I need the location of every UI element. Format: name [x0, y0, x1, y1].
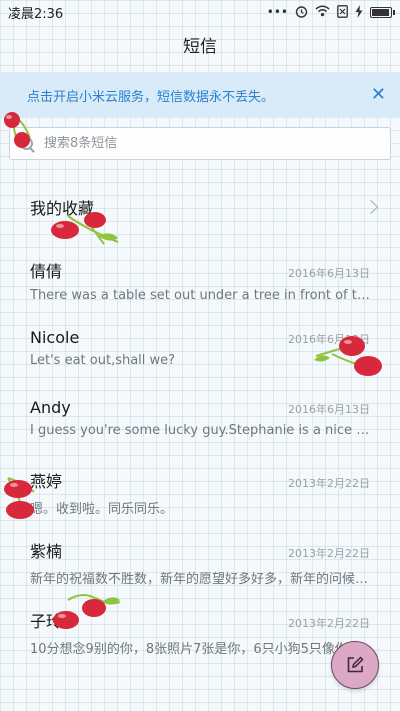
message-preview: 新年的祝福数不胜数，新年的愿望好多好多，新年的问候要说出口 — [30, 572, 370, 587]
message-date: 2016年6月13日 — [288, 267, 370, 280]
status-icons: ••• — [266, 4, 395, 20]
compose-icon — [347, 656, 364, 673]
favorites-item[interactable]: 我的收藏 — [0, 180, 400, 234]
contact-name: 子玲 — [30, 612, 63, 631]
chevron-right-icon — [363, 199, 379, 215]
conversation-item[interactable]: 燕婷 2013年2月22日 嗯。收到啦。同乐同乐。 — [0, 458, 400, 528]
message-date: 2016年6月13日 — [288, 333, 370, 346]
close-icon[interactable]: ✕ — [371, 86, 386, 104]
alarm-icon — [295, 5, 308, 20]
message-preview: I guess you're some lucky guy.Stephanie … — [30, 423, 370, 438]
message-date: 2013年2月22日 — [288, 477, 370, 490]
status-bar: 凌晨2:36 ••• — [0, 0, 400, 24]
message-preview: 10分想念9别的你，8张照片7张是你，6只小狗5只像你，4季 — [30, 642, 370, 657]
battery-icon — [370, 6, 395, 18]
message-date: 2013年2月22日 — [288, 547, 370, 560]
contact-name: 燕婷 — [30, 472, 63, 491]
search-input[interactable] — [44, 136, 382, 151]
page-title: 短信 — [183, 37, 217, 57]
contact-name: 紫楠 — [30, 542, 63, 561]
compose-button[interactable] — [331, 641, 379, 689]
favorites-label: 我的收藏 — [30, 199, 95, 218]
message-date: 2013年2月22日 — [288, 617, 370, 630]
message-preview: There was a table set out under a tree i… — [30, 288, 370, 303]
conversation-item[interactable]: 紫楠 2013年2月22日 新年的祝福数不胜数，新年的愿望好多好多，新年的问候要… — [0, 528, 400, 598]
cloud-service-banner[interactable]: 点击开启小米云服务，短信数据永不丢失。 ✕ — [0, 72, 400, 118]
contact-name: Nicole — [30, 328, 80, 347]
banner-text[interactable]: 点击开启小米云服务，短信数据永不丢失。 — [27, 86, 274, 105]
search-icon — [18, 135, 36, 153]
status-time: 凌晨2:36 — [8, 6, 64, 22]
message-date: 2016年6月13日 — [288, 403, 370, 416]
message-preview: 嗯。收到啦。同乐同乐。 — [30, 502, 174, 517]
conversation-list: 倩倩 2016年6月13日 There was a table set out … — [0, 248, 400, 668]
contact-name: Andy — [30, 398, 71, 417]
charging-icon — [355, 4, 363, 20]
conversation-item[interactable]: Andy 2016年6月13日 I guess you're some luck… — [0, 388, 400, 458]
search-bar[interactable] — [9, 127, 391, 160]
wifi-icon — [315, 5, 330, 19]
conversation-item[interactable]: Nicole 2016年6月13日 Let's eat out,shall we… — [0, 318, 400, 388]
contact-name: 倩倩 — [30, 262, 63, 281]
signal-dots-icon: ••• — [266, 5, 288, 19]
conversation-item[interactable]: 倩倩 2016年6月13日 There was a table set out … — [0, 248, 400, 318]
sim-off-icon — [337, 4, 348, 20]
message-preview: Let's eat out,shall we? — [30, 353, 176, 368]
